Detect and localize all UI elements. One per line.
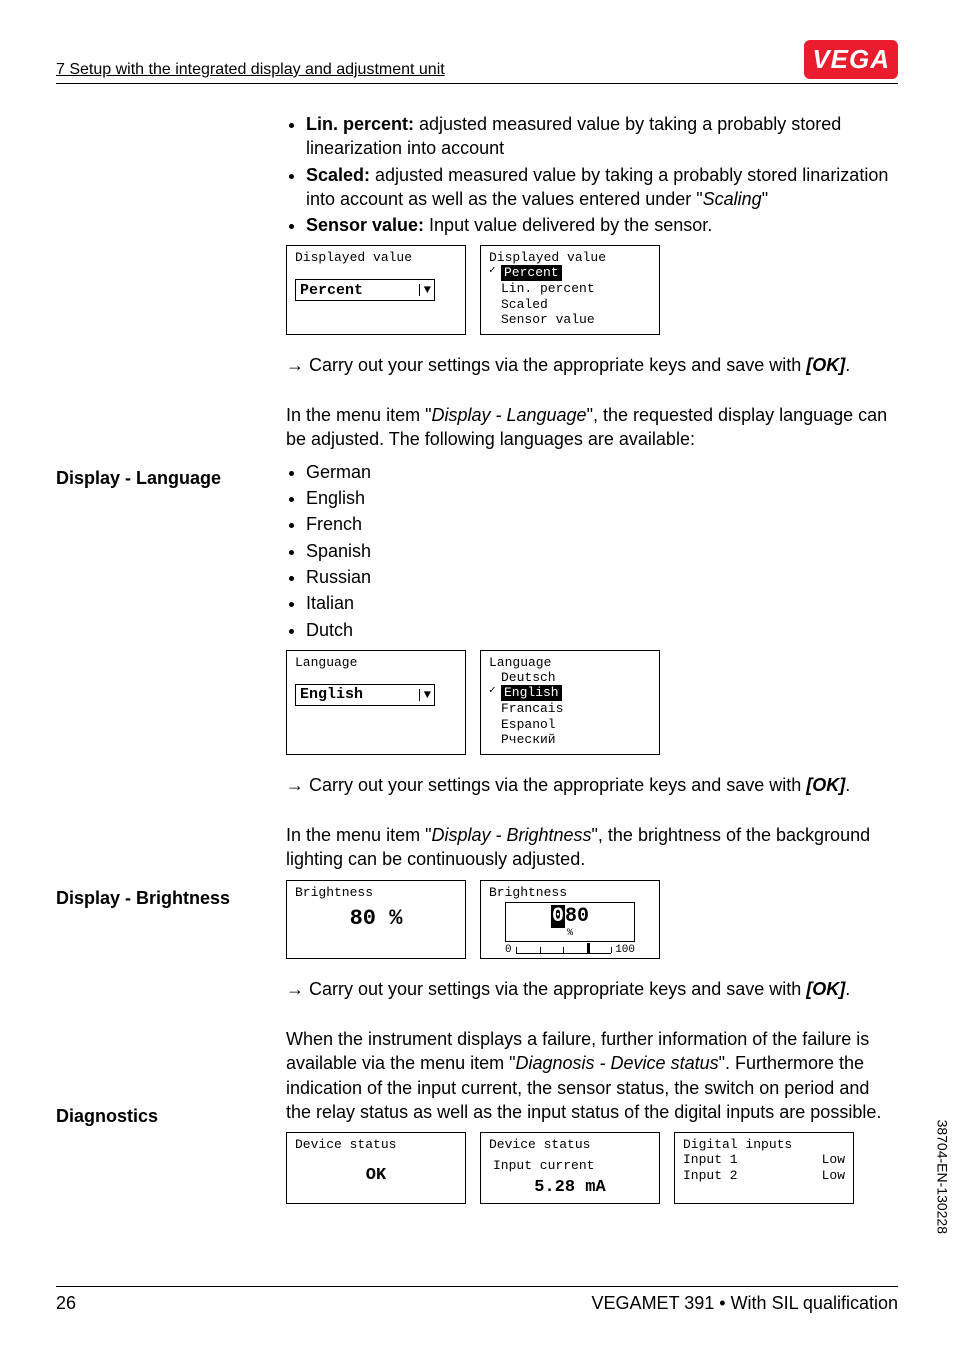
digital-input-row: Input 1Low — [683, 1152, 845, 1168]
document-code: 38704-EN-130228 — [934, 1120, 950, 1234]
brightness-intro: In the menu item "Display - Brightness",… — [286, 823, 898, 872]
list-item: English — [306, 486, 898, 510]
list-item: Dutch — [306, 618, 898, 642]
screen-title: Brightness — [489, 885, 651, 900]
section-label-language: Display - Language — [56, 468, 221, 489]
input-current-label: Input current — [489, 1158, 651, 1174]
list-item: French — [306, 512, 898, 536]
language-list: German English French Spanish Russian It… — [286, 460, 898, 642]
chevron-down-icon: ▼ — [419, 689, 431, 701]
screen-title: Displayed value — [489, 250, 651, 265]
brightness-scale: 0 100 — [505, 944, 635, 956]
brand-logo: VEGA — [804, 40, 898, 79]
option[interactable]: Scaled — [489, 297, 651, 313]
screen-title: Device status — [489, 1137, 651, 1152]
list-item: Sensor value: Input value delivered by t… — [306, 213, 898, 237]
brightness-screens: Brightness 80 % Brightness 080 % 0 — [286, 880, 898, 959]
lcd-screen: Language Deutsch English Francais Espano… — [480, 650, 660, 755]
page-number: 26 — [56, 1293, 76, 1314]
option-selected[interactable]: Percent — [489, 265, 651, 281]
list-item: Spanish — [306, 539, 898, 563]
list-item: Scaled: adjusted measured value by takin… — [306, 163, 898, 212]
option[interactable]: Lin. percent — [489, 281, 651, 297]
screen-title: Language — [489, 655, 651, 670]
lcd-screen: Brightness 80 % — [286, 880, 466, 959]
screen-title: Language — [295, 655, 457, 670]
brightness-value: 80 % — [295, 906, 457, 931]
language-intro: In the menu item "Display - Language", t… — [286, 403, 898, 452]
list-item: German — [306, 460, 898, 484]
list-item: Russian — [306, 565, 898, 589]
language-screens: Language English ▼ Language Deutsch Engl… — [286, 650, 898, 755]
screen-title: Displayed value — [295, 250, 457, 265]
lcd-screen: Displayed value Percent ▼ — [286, 245, 466, 334]
lcd-screen: Language English ▼ — [286, 650, 466, 755]
list-item: Lin. percent: adjusted measured value by… — [306, 112, 898, 161]
option[interactable]: Francais — [489, 701, 651, 717]
action-carry-out: Carry out your settings via the appropri… — [306, 977, 898, 1001]
lcd-screen: Device status OK — [286, 1132, 466, 1204]
diagnostics-text: When the instrument displays a failure, … — [286, 1027, 898, 1124]
dropdown-language[interactable]: English ▼ — [295, 684, 435, 706]
lcd-screen: Displayed value Percent Lin. percent Sca… — [480, 245, 660, 334]
screen-title: Device status — [295, 1137, 457, 1152]
input-current-value: 5.28 mA — [489, 1178, 651, 1197]
diagnostics-screens: Device status OK Device status Input cur… — [286, 1132, 898, 1204]
action-carry-out: Carry out your settings via the appropri… — [306, 773, 898, 797]
lcd-screen: Device status Input current 5.28 mA — [480, 1132, 660, 1204]
list-item: Italian — [306, 591, 898, 615]
lcd-screen: Digital inputs Input 1Low Input 2Low — [674, 1132, 854, 1204]
option[interactable]: Sensor value — [489, 312, 651, 328]
section-label-brightness: Display - Brightness — [56, 888, 230, 909]
chevron-down-icon: ▼ — [419, 284, 431, 296]
option[interactable]: Deutsch — [489, 670, 651, 686]
displayed-value-screens: Displayed value Percent ▼ Displayed valu… — [286, 245, 898, 334]
device-status-value: OK — [295, 1166, 457, 1185]
option[interactable]: Espanol — [489, 717, 651, 733]
screen-title: Digital inputs — [683, 1137, 845, 1152]
brightness-editor[interactable]: 080 % — [505, 902, 635, 942]
option-selected[interactable]: English — [489, 685, 651, 701]
product-name: VEGAMET 391 • With SIL qualification — [592, 1293, 898, 1314]
section-heading: 7 Setup with the integrated display and … — [56, 61, 445, 79]
digital-input-row: Input 2Low — [683, 1168, 845, 1184]
displayed-value-bullets: Lin. percent: adjusted measured value by… — [286, 112, 898, 237]
page-header: 7 Setup with the integrated display and … — [56, 40, 898, 84]
screen-title: Brightness — [295, 885, 457, 900]
dropdown-percent[interactable]: Percent ▼ — [295, 279, 435, 301]
page-footer: 26 VEGAMET 391 • With SIL qualification — [56, 1286, 898, 1314]
action-carry-out: Carry out your settings via the appropri… — [306, 353, 898, 377]
lcd-screen: Brightness 080 % 0 100 — [480, 880, 660, 959]
option[interactable]: Рческий — [489, 732, 651, 748]
section-label-diagnostics: Diagnostics — [56, 1106, 158, 1127]
